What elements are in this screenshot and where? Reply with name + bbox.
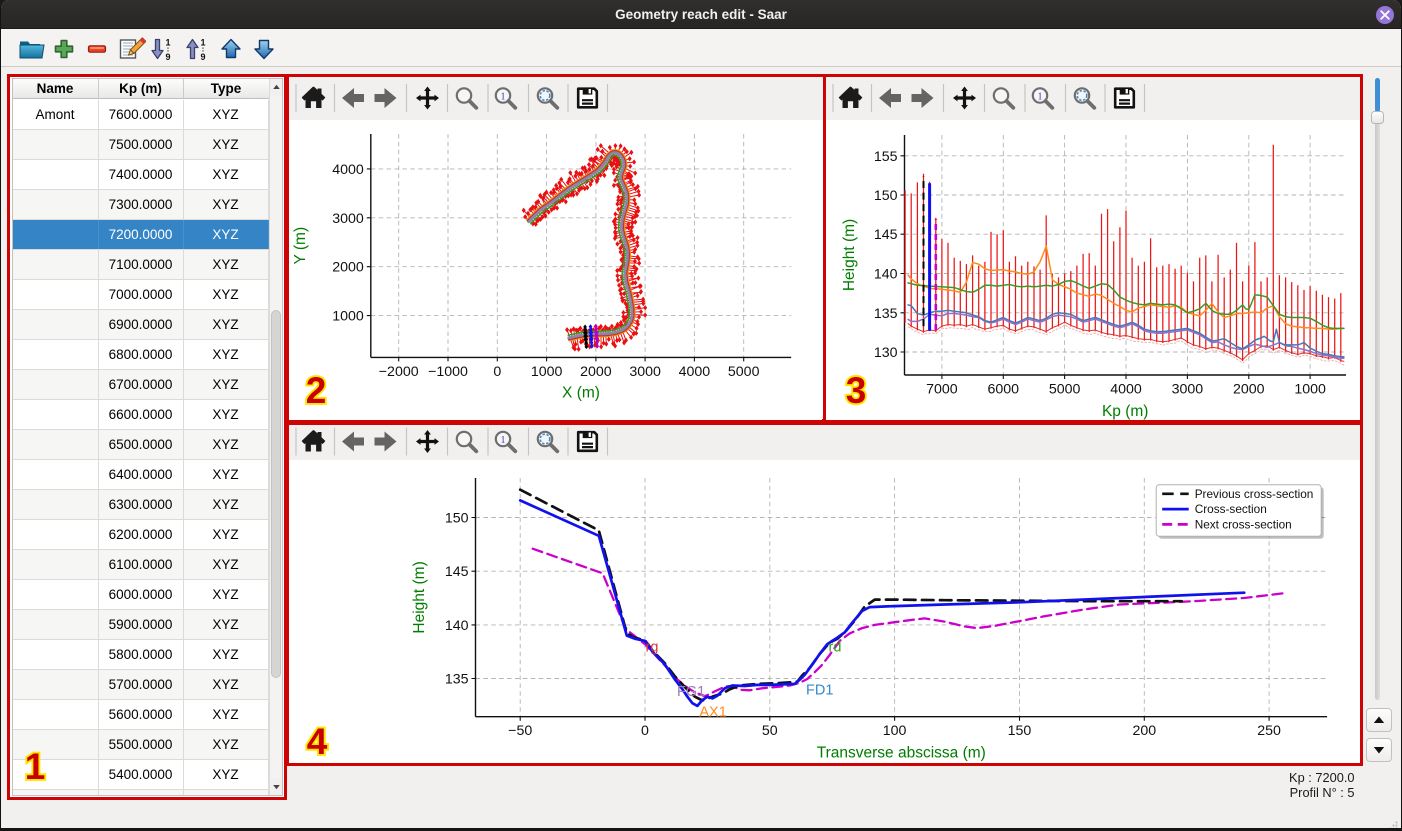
svg-text:7000: 7000: [926, 381, 958, 397]
svg-text:1: 1: [501, 435, 506, 446]
svg-text:AX1: AX1: [699, 704, 726, 720]
svg-text:100: 100: [883, 723, 907, 739]
svg-text:FG1: FG1: [677, 684, 705, 700]
svg-text:rd: rd: [829, 639, 842, 655]
svg-text:1: 1: [25, 746, 46, 785]
svg-text:200: 200: [1132, 723, 1156, 739]
svg-text:0: 0: [641, 723, 649, 739]
svg-text:145: 145: [445, 564, 469, 580]
svg-text:5000: 5000: [1048, 381, 1080, 397]
svg-text:1: 1: [1037, 91, 1042, 102]
svg-text:X (m): X (m): [562, 384, 600, 401]
svg-text:Y (m): Y (m): [292, 226, 309, 264]
svg-text:150: 150: [873, 188, 897, 204]
svg-text:145: 145: [873, 227, 897, 243]
svg-text:0: 0: [493, 363, 501, 379]
svg-text:135: 135: [873, 305, 897, 321]
svg-text:1000: 1000: [332, 308, 364, 324]
svg-text:2: 2: [306, 370, 327, 409]
svg-text:250: 250: [1257, 723, 1281, 739]
svg-text:150: 150: [445, 510, 469, 526]
svg-text:9: 9: [200, 52, 205, 62]
svg-text:9: 9: [165, 52, 170, 62]
svg-text:3: 3: [845, 370, 866, 409]
svg-text:3000: 3000: [1171, 381, 1203, 397]
svg-text:2000: 2000: [332, 259, 364, 275]
svg-text:4000: 4000: [1110, 381, 1142, 397]
svg-text:rg: rg: [646, 639, 659, 655]
svg-text:Cross-section: Cross-section: [1195, 502, 1267, 516]
svg-text:2000: 2000: [580, 363, 612, 379]
svg-text:1: 1: [165, 38, 170, 48]
svg-text:−2000: −2000: [379, 363, 419, 379]
svg-text:130: 130: [873, 345, 897, 361]
svg-text:2000: 2000: [1233, 381, 1265, 397]
svg-text:−50: −50: [508, 723, 532, 739]
svg-text:FD1: FD1: [806, 682, 833, 698]
svg-text:Transverse abscissa (m): Transverse abscissa (m): [817, 744, 986, 761]
svg-text:1: 1: [501, 91, 506, 102]
svg-text:4000: 4000: [679, 363, 711, 379]
svg-text:Kp (m): Kp (m): [1101, 403, 1148, 420]
svg-text:3000: 3000: [332, 210, 364, 226]
svg-text:4000: 4000: [332, 161, 364, 177]
svg-text:4: 4: [307, 721, 328, 760]
svg-text:Height (m): Height (m): [411, 561, 428, 633]
svg-text:6000: 6000: [987, 381, 1019, 397]
svg-text:135: 135: [445, 671, 469, 687]
svg-text:Previous cross-section: Previous cross-section: [1195, 486, 1314, 500]
svg-text:Next cross-section: Next cross-section: [1195, 517, 1292, 531]
svg-text:155: 155: [873, 148, 897, 164]
svg-text:−1000: −1000: [428, 363, 468, 379]
svg-text:1000: 1000: [1294, 381, 1326, 397]
svg-text:1000: 1000: [531, 363, 563, 379]
svg-text:1: 1: [200, 38, 205, 48]
svg-text:3000: 3000: [629, 363, 661, 379]
svg-text:50: 50: [762, 723, 778, 739]
svg-text:150: 150: [1008, 723, 1032, 739]
svg-text:Height (m): Height (m): [841, 218, 858, 290]
svg-text:140: 140: [873, 266, 897, 282]
svg-text:5000: 5000: [728, 363, 760, 379]
svg-text:140: 140: [445, 617, 469, 633]
